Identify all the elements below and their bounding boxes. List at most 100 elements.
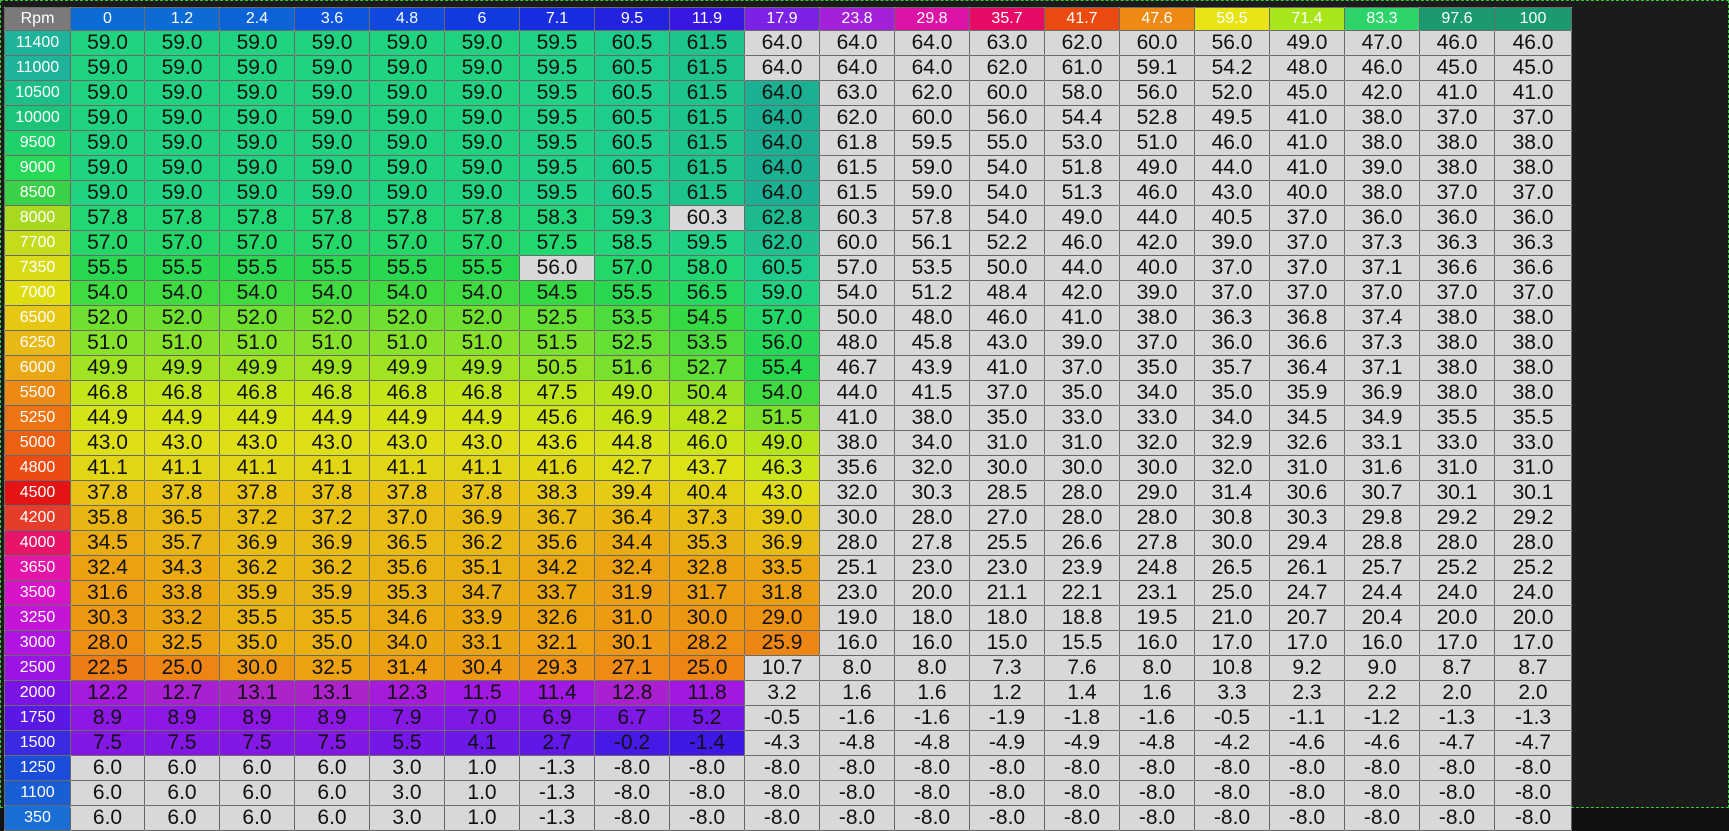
map-cell[interactable]: 15.5 (1044, 630, 1120, 656)
column-header[interactable]: 83.3 (1344, 7, 1420, 31)
map-cell[interactable]: 42.0 (1044, 280, 1120, 306)
map-cell[interactable]: 46.8 (444, 380, 520, 406)
column-header[interactable]: 47.6 (1119, 7, 1195, 31)
map-cell[interactable]: 37.0 (1269, 280, 1345, 306)
map-cell[interactable]: 59.0 (144, 155, 220, 181)
map-cell[interactable]: 36.8 (1269, 305, 1345, 331)
map-cell[interactable]: 22.1 (1044, 580, 1120, 606)
rpm-row-header[interactable]: 2500 (4, 655, 71, 681)
map-cell[interactable]: 49.0 (1269, 30, 1345, 56)
map-cell[interactable]: 64.0 (744, 55, 820, 81)
map-cell[interactable]: 59.0 (444, 180, 520, 206)
map-cell[interactable]: 2.0 (1494, 680, 1572, 706)
map-cell[interactable]: 56.0 (519, 255, 595, 281)
map-cell[interactable]: 52.5 (519, 305, 595, 331)
map-cell[interactable]: 7.5 (294, 730, 370, 756)
map-cell[interactable]: -1.6 (1119, 705, 1195, 731)
map-cell[interactable]: 38.0 (1344, 130, 1420, 156)
map-cell[interactable]: 28.0 (1119, 505, 1195, 531)
rpm-row-header[interactable]: 6500 (4, 305, 71, 331)
map-cell[interactable]: 33.1 (444, 630, 520, 656)
map-cell[interactable]: 35.5 (294, 605, 370, 631)
map-cell[interactable]: 34.3 (144, 555, 220, 581)
map-cell[interactable]: 59.0 (70, 130, 145, 156)
map-cell[interactable]: 55.0 (969, 130, 1045, 156)
map-cell[interactable]: -8.0 (1494, 780, 1572, 806)
map-cell[interactable]: 44.0 (1194, 155, 1270, 181)
map-cell[interactable]: 30.3 (70, 605, 145, 631)
map-cell[interactable]: 34.0 (1119, 380, 1195, 406)
map-cell[interactable]: 25.0 (1194, 580, 1270, 606)
map-cell[interactable]: 30.0 (1119, 455, 1195, 481)
map-cell[interactable]: 12.3 (369, 680, 445, 706)
map-cell[interactable]: 45.0 (1269, 80, 1345, 106)
map-cell[interactable]: 35.0 (969, 405, 1045, 431)
map-cell[interactable]: 57.8 (444, 205, 520, 231)
map-cell[interactable]: -0.5 (1194, 705, 1270, 731)
map-cell[interactable]: 3.0 (369, 755, 445, 781)
map-cell[interactable]: 29.0 (1119, 480, 1195, 506)
map-cell[interactable]: 41.0 (1269, 105, 1345, 131)
map-cell[interactable]: 7.5 (70, 730, 145, 756)
map-cell[interactable]: 32.1 (519, 630, 595, 656)
map-cell[interactable]: 59.0 (369, 105, 445, 131)
map-cell[interactable]: 48.0 (1269, 55, 1345, 81)
map-cell[interactable]: 30.1 (1494, 480, 1572, 506)
map-cell[interactable]: 37.3 (669, 505, 745, 531)
rpm-row-header[interactable]: 5500 (4, 380, 71, 406)
rpm-row-header[interactable]: 2000 (4, 680, 71, 706)
map-cell[interactable]: 55.5 (144, 255, 220, 281)
map-cell[interactable]: 46.8 (219, 380, 295, 406)
map-cell[interactable]: 51.6 (594, 355, 670, 381)
map-cell[interactable]: 60.5 (594, 30, 670, 56)
map-cell[interactable]: 44.9 (294, 405, 370, 431)
map-cell[interactable]: 36.5 (369, 530, 445, 556)
rpm-row-header[interactable]: 1750 (4, 705, 71, 731)
map-cell[interactable]: 31.6 (1344, 455, 1420, 481)
map-cell[interactable]: 25.1 (819, 555, 895, 581)
column-header[interactable]: 35.7 (969, 7, 1045, 31)
map-cell[interactable]: 32.9 (1194, 430, 1270, 456)
map-cell[interactable]: 59.0 (444, 80, 520, 106)
map-cell[interactable]: 59.0 (294, 105, 370, 131)
map-cell[interactable]: 46.0 (669, 430, 745, 456)
map-cell[interactable]: 57.0 (369, 230, 445, 256)
map-cell[interactable]: 54.0 (969, 205, 1045, 231)
map-cell[interactable]: 6.7 (594, 705, 670, 731)
map-cell[interactable]: 59.0 (70, 180, 145, 206)
map-cell[interactable]: 29.2 (1419, 505, 1495, 531)
map-cell[interactable]: 39.0 (1344, 155, 1420, 181)
map-cell[interactable]: 41.1 (294, 455, 370, 481)
map-cell[interactable]: 26.1 (1269, 555, 1345, 581)
map-cell[interactable]: 17.0 (1494, 630, 1572, 656)
map-cell[interactable]: 57.8 (294, 205, 370, 231)
map-cell[interactable]: 61.5 (669, 155, 745, 181)
map-cell[interactable]: 64.0 (744, 130, 820, 156)
map-cell[interactable]: 59.0 (219, 130, 295, 156)
map-cell[interactable]: 62.0 (819, 105, 895, 131)
map-cell[interactable]: 23.0 (969, 555, 1045, 581)
map-cell[interactable]: 37.1 (1344, 255, 1420, 281)
map-cell[interactable]: 7.5 (219, 730, 295, 756)
map-cell[interactable]: 53.0 (1044, 130, 1120, 156)
column-header[interactable]: 100 (1494, 7, 1572, 31)
rpm-row-header[interactable]: 7000 (4, 280, 71, 306)
map-cell[interactable]: 30.0 (1194, 530, 1270, 556)
map-cell[interactable]: 62.0 (894, 80, 970, 106)
map-cell[interactable]: 59.0 (144, 30, 220, 56)
map-cell[interactable]: 54.2 (1194, 55, 1270, 81)
map-cell[interactable]: 36.2 (294, 555, 370, 581)
map-cell[interactable]: 24.0 (1494, 580, 1572, 606)
map-cell[interactable]: 51.5 (519, 330, 595, 356)
map-cell[interactable]: 2.3 (1269, 680, 1345, 706)
map-cell[interactable]: 37.0 (1419, 280, 1495, 306)
map-cell[interactable]: -1.3 (519, 755, 595, 781)
map-cell[interactable]: 36.2 (219, 555, 295, 581)
map-cell[interactable]: 36.4 (594, 505, 670, 531)
map-cell[interactable]: 46.0 (1194, 130, 1270, 156)
map-cell[interactable]: 59.0 (294, 55, 370, 81)
map-cell[interactable]: -8.0 (744, 780, 820, 806)
map-cell[interactable]: 52.7 (669, 355, 745, 381)
map-cell[interactable]: 57.0 (294, 230, 370, 256)
map-cell[interactable]: 61.5 (669, 30, 745, 56)
